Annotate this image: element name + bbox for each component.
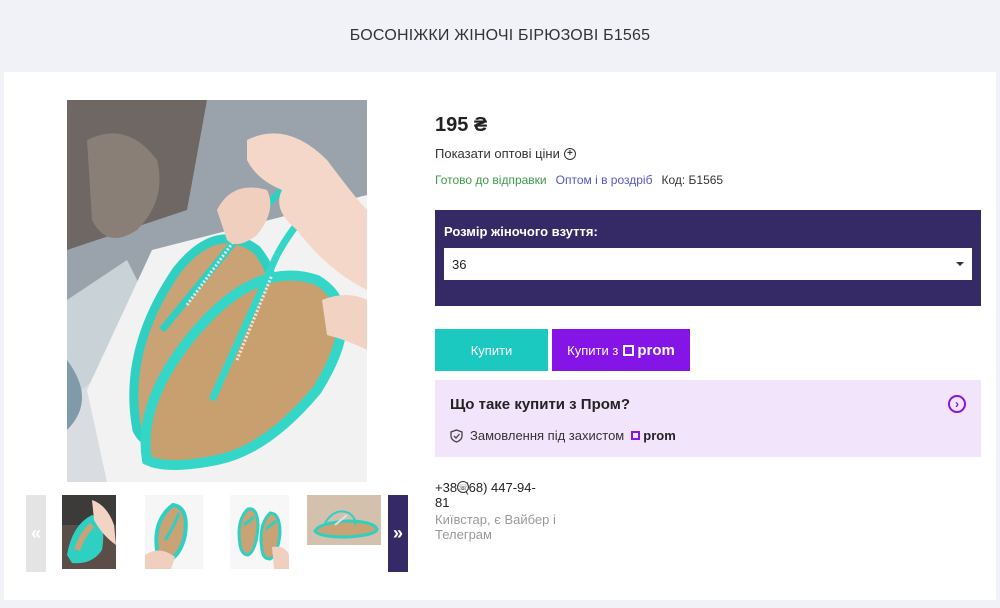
- chevron-down-icon: [956, 262, 964, 266]
- gallery-next-button[interactable]: »: [388, 495, 408, 572]
- gallery-thumbnail[interactable]: [145, 495, 203, 569]
- prom-logo-text: prom: [643, 428, 676, 443]
- phone-number: +380(68) 447-94-81: [435, 480, 536, 510]
- prom-info-title: Що таке купити з Пром?: [450, 396, 630, 413]
- protection-label: Замовлення під захистом: [470, 428, 625, 443]
- gallery-thumbnail[interactable]: [62, 495, 116, 569]
- wholesale-link-label: Показати оптові ціни: [435, 146, 560, 161]
- buy-button[interactable]: Купити: [435, 329, 548, 371]
- gallery-thumbnail[interactable]: [307, 495, 381, 569]
- shield-check-icon: [450, 428, 463, 443]
- size-selected-value: 36: [452, 256, 467, 272]
- buyer-protection-row: Замовлення під захистом prom: [450, 428, 676, 443]
- product-status-row: Готово до відправки Оптом і в роздріб Ко…: [435, 173, 723, 187]
- seller-phone[interactable]: +380(68) 447-94-81 ☏: [435, 480, 550, 510]
- product-price: 195 ₴: [435, 114, 488, 136]
- availability-status: Готово до відправки: [435, 173, 547, 187]
- buy-with-prom-button[interactable]: Купити з prom: [552, 329, 690, 371]
- page-header: БОСОНІЖКИ ЖІНОЧІ БІРЮЗОВІ Б1565: [0, 0, 1000, 72]
- page-title: БОСОНІЖКИ ЖІНОЧІ БІРЮЗОВІ Б1565: [349, 27, 651, 44]
- prom-logo-text: prom: [637, 341, 675, 359]
- sale-type-badge: Оптом і в роздріб: [555, 173, 653, 187]
- arrow-right-circle-icon[interactable]: ›: [948, 395, 966, 413]
- product-code: Код: Б1565: [661, 173, 724, 187]
- prom-info-box[interactable]: Що таке купити з Пром? › Замовлення під …: [435, 380, 981, 457]
- prom-square-icon: [623, 344, 635, 356]
- phone-icon: ☏: [457, 481, 469, 493]
- size-label: Розмір жіночого взуття:: [444, 224, 598, 239]
- size-select[interactable]: 36: [444, 248, 972, 280]
- main-product-image[interactable]: [67, 100, 367, 482]
- prom-logo: prom: [623, 342, 675, 359]
- size-selector-panel: Розмір жіночого взуття: 36: [435, 210, 981, 306]
- plus-circle-icon: +: [563, 147, 576, 160]
- prom-logo-small: prom: [631, 428, 676, 443]
- gallery-thumbnail[interactable]: [230, 495, 289, 569]
- prom-square-icon: [631, 431, 641, 440]
- show-wholesale-prices-link[interactable]: Показати оптові ціни +: [435, 146, 576, 161]
- buy-with-prom-label: Купити з: [567, 342, 619, 358]
- product-card: « » 195 ₴ Показати оптові ціни + Готово …: [4, 72, 996, 600]
- gallery-prev-button[interactable]: «: [26, 495, 46, 572]
- phone-messengers-note: Київстар, є Вайбер і Телеграм: [435, 512, 556, 542]
